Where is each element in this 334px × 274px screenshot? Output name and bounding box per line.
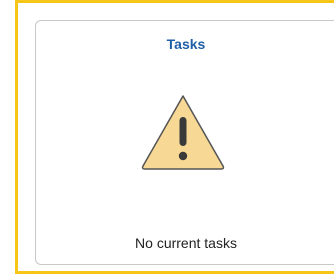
warning-triangle-icon	[140, 93, 226, 171]
tasks-tile[interactable]: Tasks No current tasks	[35, 20, 334, 265]
no-tasks-message: No current tasks	[135, 235, 237, 251]
tile-title: Tasks	[166, 36, 206, 52]
